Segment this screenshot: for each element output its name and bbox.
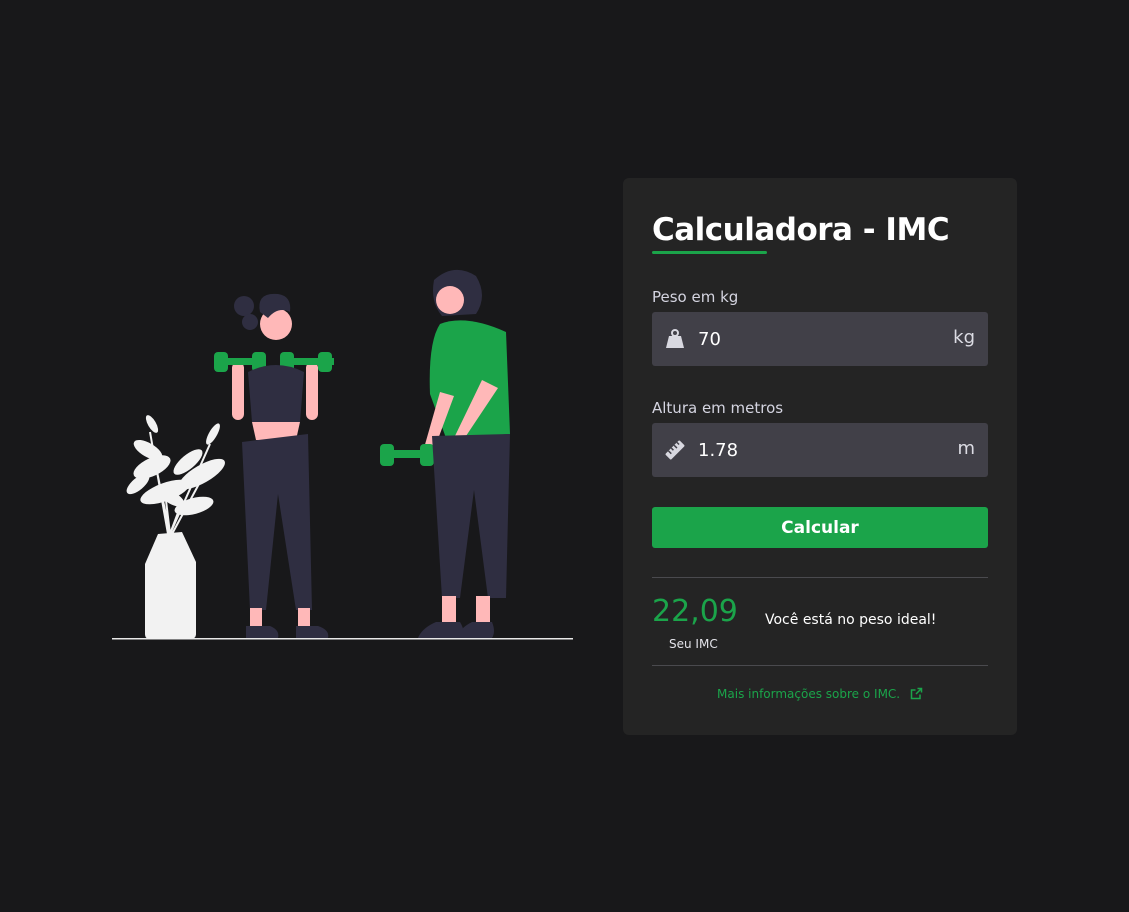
page: Calculadora - IMC Peso em kg kg Altura e… [0,0,1129,912]
bmi-result-label: Seu IMC [669,637,718,651]
weight-label: Peso em kg [652,288,739,306]
ruler-icon [664,439,686,461]
height-field: m [652,423,988,477]
weight-icon [664,328,686,350]
bmi-result-value: 22,09 [652,594,738,629]
weight-field: kg [652,312,988,366]
more-info-link-text: Mais informações sobre o IMC. [717,687,901,701]
fitness-illustration [110,262,576,642]
weight-unit: kg [953,327,975,348]
height-label: Altura em metros [652,399,784,417]
bmi-result-message: Você está no peso ideal! [765,612,937,628]
result-divider-top [652,577,988,578]
result-divider-bottom [652,665,988,666]
calculate-button[interactable]: Calcular [652,507,988,548]
more-info-link[interactable]: Mais informações sobre o IMC. [623,687,1017,703]
calculator-card: Calculadora - IMC Peso em kg kg Altura e… [623,178,1017,735]
height-input[interactable] [698,423,938,477]
title-underline [652,251,767,254]
page-title: Calculadora - IMC [652,212,950,248]
external-link-icon [910,687,923,703]
weight-input[interactable] [698,312,938,366]
height-unit: m [957,438,975,459]
